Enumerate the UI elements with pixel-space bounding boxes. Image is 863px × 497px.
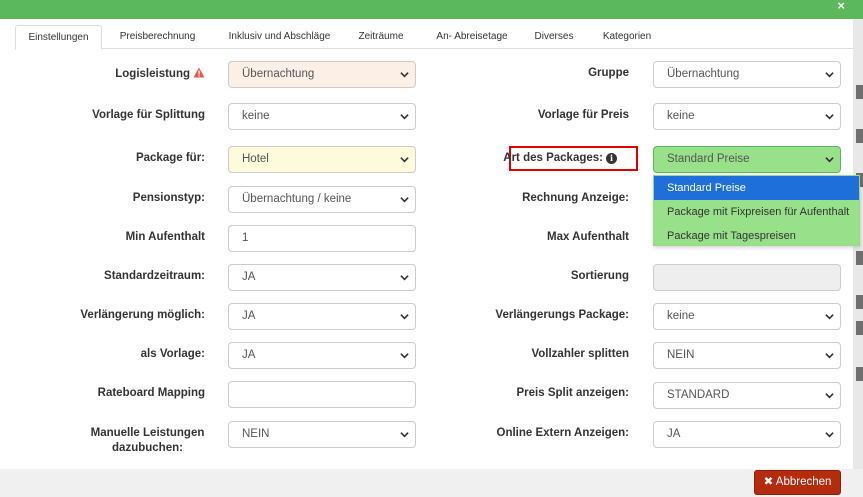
chevron-down-icon	[825, 157, 834, 163]
tab-an-abreisetage[interactable]: An- Abreisetage	[427, 25, 517, 50]
sortierung-input[interactable]	[653, 264, 841, 291]
tab-preisberechnung[interactable]: Preisberechnung	[110, 25, 205, 50]
chevron-down-icon	[825, 72, 834, 78]
art-des-packages-value: Standard Preise	[667, 153, 750, 165]
dropdown-option-tagespreise[interactable]: Package mit Tagespreisen	[654, 224, 859, 245]
online-extern-select[interactable]: JA	[653, 421, 841, 448]
verlaengerungs-package-select[interactable]: keine	[653, 303, 841, 330]
background-mark	[856, 129, 863, 143]
vollzahler-splitten-label: Vollzahler splitten	[531, 348, 629, 360]
chevron-down-icon	[825, 393, 834, 399]
tab-zeitraeume[interactable]: Zeiträume	[352, 25, 410, 50]
online-extern-label: Online Extern Anzeigen:	[496, 427, 629, 439]
preis-split-anzeigen-select[interactable]: STANDARD	[653, 382, 841, 409]
vollzahler-splitten-select[interactable]: NEIN	[653, 342, 841, 369]
rechnung-anzeige-label: Rechnung Anzeige:	[522, 192, 629, 204]
info-circle-icon[interactable]: i	[606, 153, 617, 164]
verlaengerungs-package-label: Verlängerungs Package:	[495, 309, 629, 321]
vollzahler-splitten-value: NEIN	[667, 349, 695, 361]
gruppe-label: Gruppe	[588, 67, 629, 79]
vorlage-preis-select[interactable]: keine	[653, 103, 841, 130]
sortierung-label: Sortierung	[570, 270, 629, 282]
close-icon[interactable]: ×	[837, 0, 845, 12]
background-mark	[856, 85, 863, 99]
gruppe-select[interactable]: Übernachtung	[653, 61, 841, 88]
tab-diverses[interactable]: Diverses	[529, 25, 579, 50]
background-mark	[856, 251, 863, 265]
dropdown-option-fixpreise[interactable]: Package mit Fixpreisen für Aufenthalt	[654, 200, 859, 224]
background-mark	[856, 367, 863, 381]
background-mark	[856, 295, 863, 309]
art-des-packages-dropdown: Standard Preise Package mit Fixpreisen f…	[653, 175, 860, 246]
package-edit-modal: Einstellungen Preisberechnung Inklusiv u…	[0, 19, 860, 469]
background-mark	[856, 321, 863, 335]
tab-kategorien[interactable]: Kategorien	[595, 25, 659, 50]
verlaengerungs-package-value: keine	[667, 310, 695, 322]
close-icon: ✖	[763, 476, 774, 488]
tab-inklusiv-abschlaege[interactable]: Inklusiv und Abschläge	[218, 25, 341, 50]
vorlage-preis-value: keine	[667, 110, 695, 122]
art-des-packages-select[interactable]: Standard Preise	[653, 146, 841, 173]
preis-split-anzeigen-label: Preis Split anzeigen:	[516, 387, 629, 399]
max-aufenthalt-label: Max Aufenthalt	[547, 231, 629, 243]
online-extern-value: JA	[667, 428, 681, 440]
cancel-button[interactable]: ✖ Abbrechen	[754, 470, 841, 495]
cancel-button-label: Abbrechen	[775, 476, 832, 488]
chevron-down-icon	[825, 314, 834, 320]
chevron-down-icon	[825, 353, 834, 359]
gruppe-value: Übernachtung	[667, 68, 740, 80]
tab-bar: Einstellungen Preisberechnung Inklusiv u…	[15, 25, 853, 50]
vorlage-preis-label: Vorlage für Preis	[537, 109, 629, 121]
preis-split-anzeigen-value: STANDARD	[667, 389, 730, 401]
chevron-down-icon	[825, 432, 834, 438]
tab-einstellungen[interactable]: Einstellungen	[15, 25, 102, 50]
dropdown-option-standard-preise[interactable]: Standard Preise	[654, 176, 859, 200]
manuelle-leistungen-line2: dazubuchen:	[112, 442, 183, 454]
art-des-packages-label: Art des Packages: i	[0, 152, 617, 164]
modal-footer: ✖ Abbrechen	[0, 469, 863, 497]
modal-header: ×	[0, 0, 863, 19]
chevron-down-icon	[825, 114, 834, 120]
